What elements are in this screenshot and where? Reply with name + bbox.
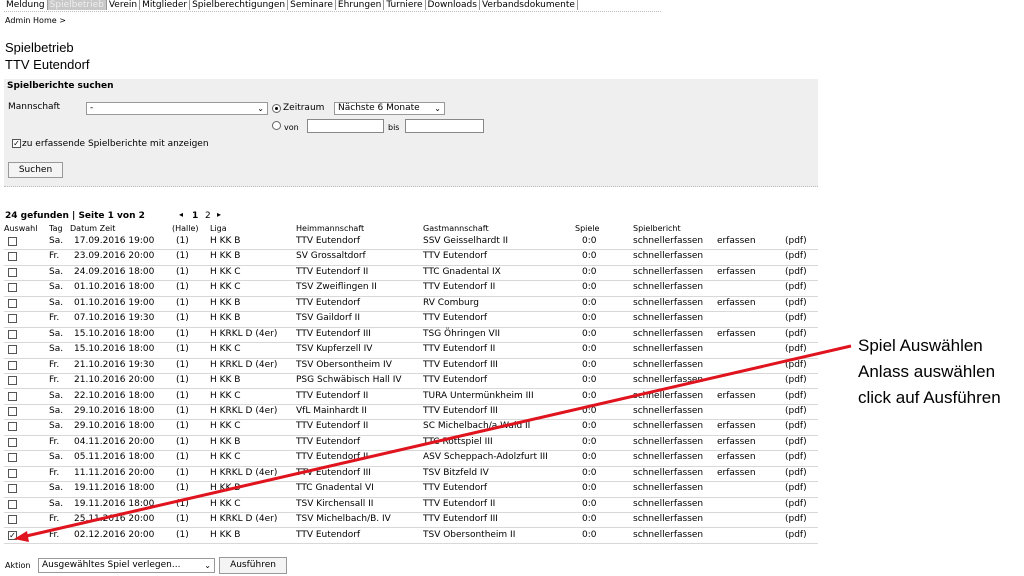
annotation-line-1: Spiel Auswählen [858, 336, 983, 355]
annotation-line-3: click auf Ausführen [858, 388, 1001, 407]
annotation-arrow [14, 344, 852, 542]
annotation-line-2: Anlass auswählen [858, 362, 996, 381]
